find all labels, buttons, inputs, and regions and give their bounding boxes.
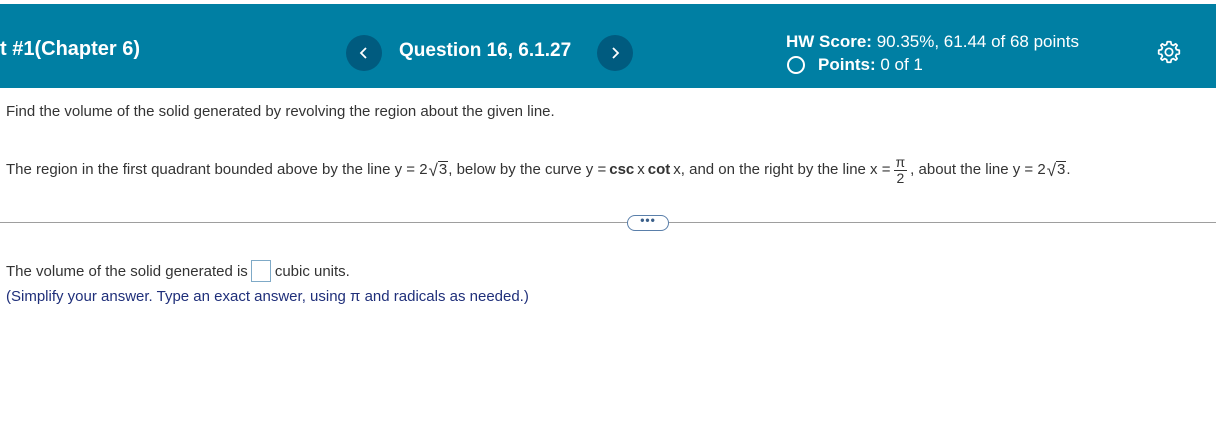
radical-sign: √	[1046, 160, 1057, 180]
sqrt-3-axis: √ 3	[1047, 161, 1067, 179]
assignment-title: t #1(Chapter 6)	[0, 38, 141, 60]
hw-score: HW Score: 90.35%, 61.44 of 68 points	[786, 32, 1079, 52]
region-text-end: .	[1066, 161, 1071, 179]
region-text-part2: , below by the curve y =	[448, 161, 607, 179]
csc-function: csc	[609, 161, 635, 179]
region-text-x: x, and on the right by the line x =	[673, 161, 891, 179]
pi-over-2: π 2	[893, 154, 908, 187]
previous-question-button[interactable]	[346, 35, 382, 71]
chevron-left-icon	[359, 47, 367, 59]
settings-button[interactable]	[1156, 39, 1182, 65]
region-text-part3: , about the line y = 2	[910, 161, 1046, 179]
hw-score-value: 90.35%, 61.44 of 68 points	[876, 32, 1079, 51]
question-points: Points: 0 of 1	[786, 54, 1079, 76]
radical-sign: √	[428, 160, 438, 180]
answer-row: The volume of the solid generated is cub…	[6, 260, 350, 282]
fraction-numerator: π	[893, 154, 908, 172]
question-prompt: Find the volume of the solid generated b…	[6, 103, 555, 120]
fraction-denominator: 2	[896, 170, 905, 187]
section-divider	[0, 222, 1216, 223]
next-question-button[interactable]	[597, 35, 633, 71]
question-number: Question 16, 6.1.27	[399, 40, 572, 61]
region-description: The region in the first quadrant bounded…	[6, 154, 1071, 186]
score-summary: HW Score: 90.35%, 61.44 of 68 points Poi…	[786, 32, 1079, 76]
answer-input[interactable]	[250, 260, 271, 282]
answer-suffix: cubic units.	[274, 262, 350, 280]
points-value: 0 of 1	[880, 55, 923, 74]
radicand: 3	[1056, 161, 1067, 179]
chevron-right-icon	[612, 47, 620, 59]
x-variable: x	[637, 161, 645, 179]
cot-function: cot	[647, 161, 671, 179]
question-header: t #1(Chapter 6) Question 16, 6.1.27 HW S…	[0, 4, 1216, 88]
points-label: Points:	[818, 55, 876, 74]
answer-instructions: (Simplify your answer. Type an exact ans…	[6, 288, 529, 305]
region-text-part1: The region in the first quadrant bounded…	[6, 161, 428, 179]
answer-prefix: The volume of the solid generated is	[6, 262, 248, 280]
gear-icon	[1157, 40, 1181, 64]
expand-more-button[interactable]: •••	[627, 213, 669, 231]
radicand: 3	[437, 161, 449, 179]
hw-score-label: HW Score:	[786, 32, 872, 51]
more-dots: •••	[640, 213, 656, 227]
points-status-icon	[787, 56, 805, 74]
sqrt-3: √ 3	[429, 161, 449, 179]
